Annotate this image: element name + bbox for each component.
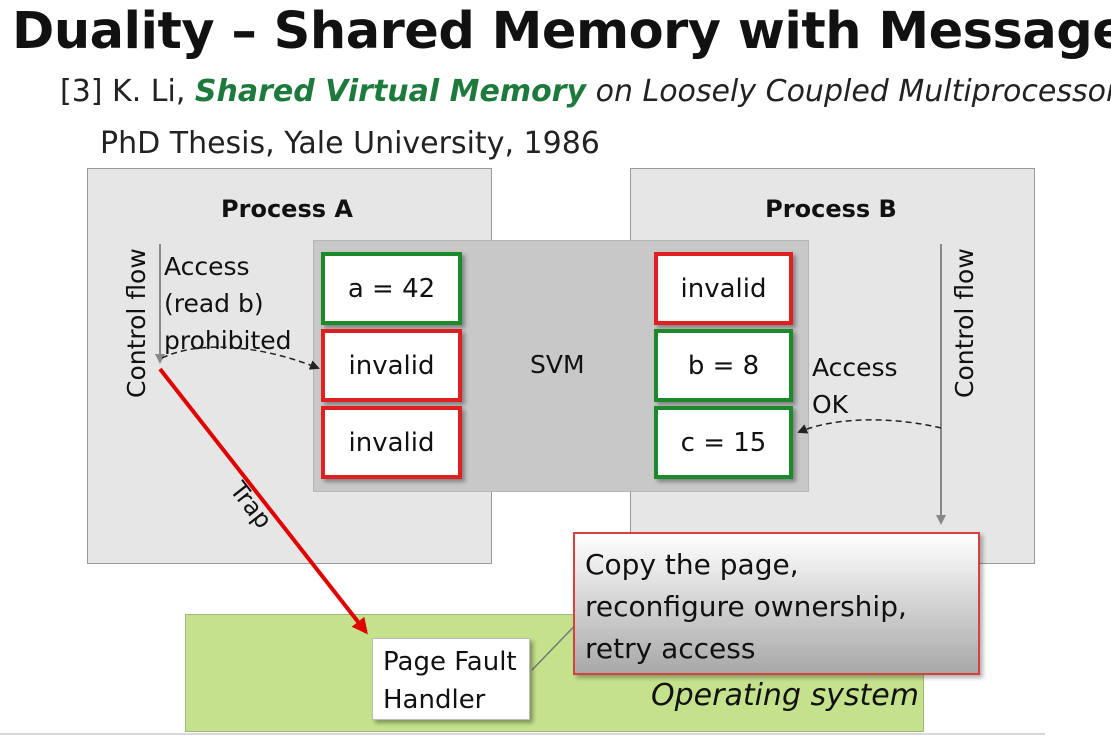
callout-line-1: Copy the page, [585,548,799,581]
footer-divider [0,733,1045,735]
citation-line-2: PhD Thesis, Yale University, 1986 [100,126,600,161]
svm-page-a-3: invalid [321,406,462,479]
svm-label: SVM [530,350,585,379]
callout-line-3: retry access [585,632,756,665]
process-a-access-line-3: prohibited [164,326,292,355]
process-b-control-flow-label: Control flow [950,248,979,398]
svm-page-b-1: invalid [654,252,793,325]
process-a-title: Process A [221,195,353,223]
handler-line-1: Page Fault [383,647,517,677]
svm-page-a-2: invalid [321,329,462,402]
callout-line-2: reconfigure ownership, [585,590,907,623]
operating-system-label: Operating system [651,678,919,713]
handler-line-2: Handler [383,685,486,715]
svm-page-a-1: a = 42 [321,252,462,325]
process-a-access-line-1: Access [164,252,250,281]
slide-title: Duality – Shared Memory with Messages [12,2,1111,61]
svm-page-b-2: b = 8 [654,329,793,402]
citation-suffix: on Loosely Coupled Multiprocessors, [586,74,1111,109]
citation-prefix: [3] K. Li, [60,74,195,109]
citation-line-1: [3] K. Li, Shared Virtual Memory on Loos… [60,74,1111,109]
svm-page-b-3: c = 15 [654,406,793,479]
process-b-title: Process B [765,195,897,223]
process-a-control-flow-label: Control flow [122,248,151,398]
citation-highlight: Shared Virtual Memory [194,74,587,109]
process-b-access-line-2: OK [812,390,849,419]
process-b-access-line-1: Access [812,353,898,382]
page-fault-handler-box: Page Fault Handler [372,638,530,720]
callout-box: Copy the page, reconfigure ownership, re… [573,532,980,675]
process-a-access-line-2: (read b) [164,289,264,318]
